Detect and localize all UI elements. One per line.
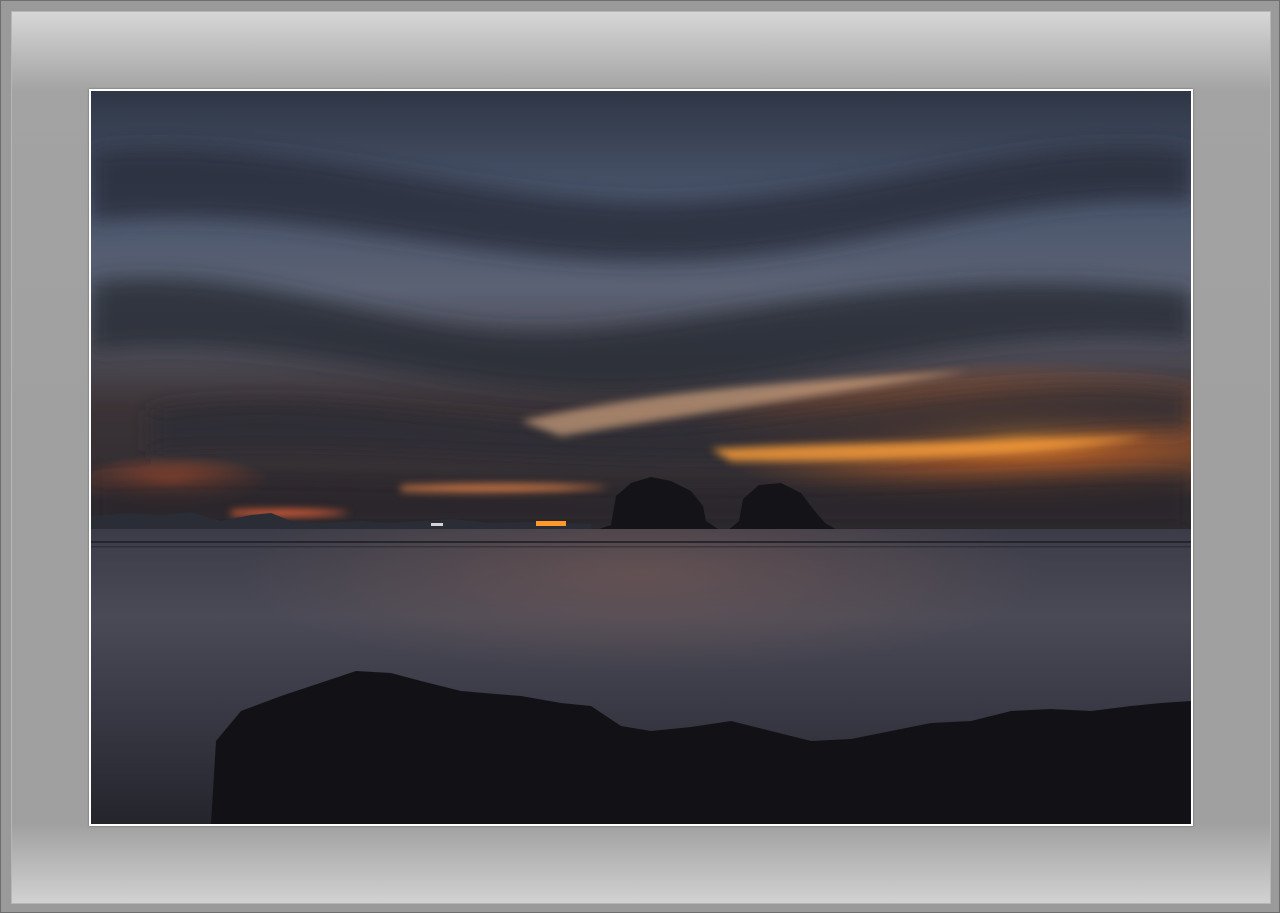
picture-frame	[0, 0, 1280, 913]
distant-light	[431, 523, 443, 526]
sunset-scene	[91, 91, 1191, 824]
ship-lights	[536, 521, 566, 526]
sunset-photo	[91, 91, 1191, 824]
